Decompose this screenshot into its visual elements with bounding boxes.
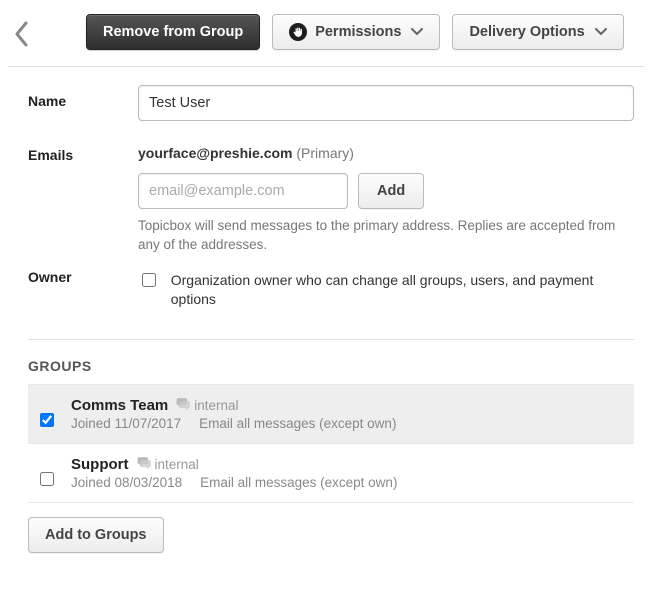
group-checkbox[interactable] [40, 413, 54, 427]
add-email-input[interactable] [138, 173, 348, 209]
group-name: Support [71, 456, 129, 473]
owner-checkbox[interactable] [142, 273, 156, 287]
groups-section: GROUPS Comms Team internal Joined 11/07/20… [28, 339, 634, 553]
permissions-dropdown[interactable]: Permissions [272, 14, 440, 50]
group-row[interactable]: Support internal Joined 08/03/2018 Email al… [28, 444, 634, 503]
add-email-button-label: Add [377, 183, 405, 199]
group-checkbox-wrap [36, 456, 57, 489]
group-visibility: internal [137, 457, 199, 472]
group-title: Support internal [71, 456, 626, 473]
remove-from-group-label: Remove from Group [103, 24, 243, 40]
group-body: Comms Team internal Joined 11/07/2017 Email… [71, 397, 626, 431]
group-visibility: internal [176, 398, 238, 413]
chevron-down-icon [595, 28, 607, 36]
add-to-groups-label: Add to Groups [45, 527, 147, 543]
owner-label: Owner [28, 265, 138, 285]
group-row[interactable]: Comms Team internal Joined 11/07/2017 Email… [28, 384, 634, 444]
group-meta: Joined 08/03/2018 Email all messages (exc… [71, 475, 626, 490]
remove-from-group-button[interactable]: Remove from Group [86, 14, 260, 50]
group-checkbox-wrap [36, 397, 57, 430]
chevron-left-icon [14, 21, 30, 47]
group-body: Support internal Joined 08/03/2018 Email al… [71, 456, 626, 490]
permissions-label: Permissions [315, 24, 401, 40]
primary-email-tag: (Primary) [296, 145, 354, 161]
owner-row: Owner Organization owner who can change … [28, 265, 634, 309]
add-to-groups-button[interactable]: Add to Groups [28, 517, 164, 553]
group-visibility-label: internal [155, 457, 199, 472]
primary-email: yourface@preshie.com (Primary) [138, 139, 634, 173]
group-delivery: Email all messages (except own) [199, 416, 396, 431]
hand-icon [289, 23, 307, 41]
groups-heading: GROUPS [28, 348, 634, 384]
group-meta: Joined 11/07/2017 Email all messages (exc… [71, 416, 626, 431]
delivery-options-label: Delivery Options [469, 24, 584, 40]
name-label: Name [28, 85, 138, 109]
chat-icon [176, 398, 190, 413]
emails-label: Emails [28, 139, 138, 163]
toolbar: Remove from Group Permissions Delivery O… [8, 14, 644, 67]
group-checkbox[interactable] [40, 472, 54, 486]
owner-checkbox-label: Organization owner who can change all gr… [171, 271, 634, 309]
group-joined: Joined 08/03/2018 [71, 475, 182, 490]
group-name: Comms Team [71, 397, 168, 414]
group-joined: Joined 11/07/2017 [71, 416, 181, 431]
content: Name Emails yourface@preshie.com (Primar… [8, 67, 644, 553]
group-visibility-label: internal [194, 398, 238, 413]
chat-icon [137, 457, 151, 472]
emails-help-text: Topicbox will send messages to the prima… [138, 217, 634, 255]
delivery-options-dropdown[interactable]: Delivery Options [452, 14, 623, 50]
group-delivery: Email all messages (except own) [200, 475, 397, 490]
emails-row: Emails yourface@preshie.com (Primary) Ad… [28, 139, 634, 255]
name-input[interactable] [138, 85, 634, 121]
group-title: Comms Team internal [71, 397, 626, 414]
add-email-button[interactable]: Add [358, 173, 424, 209]
back-button[interactable] [8, 14, 36, 54]
primary-email-address: yourface@preshie.com [138, 145, 293, 161]
chevron-down-icon [411, 28, 423, 36]
name-row: Name [28, 85, 634, 121]
